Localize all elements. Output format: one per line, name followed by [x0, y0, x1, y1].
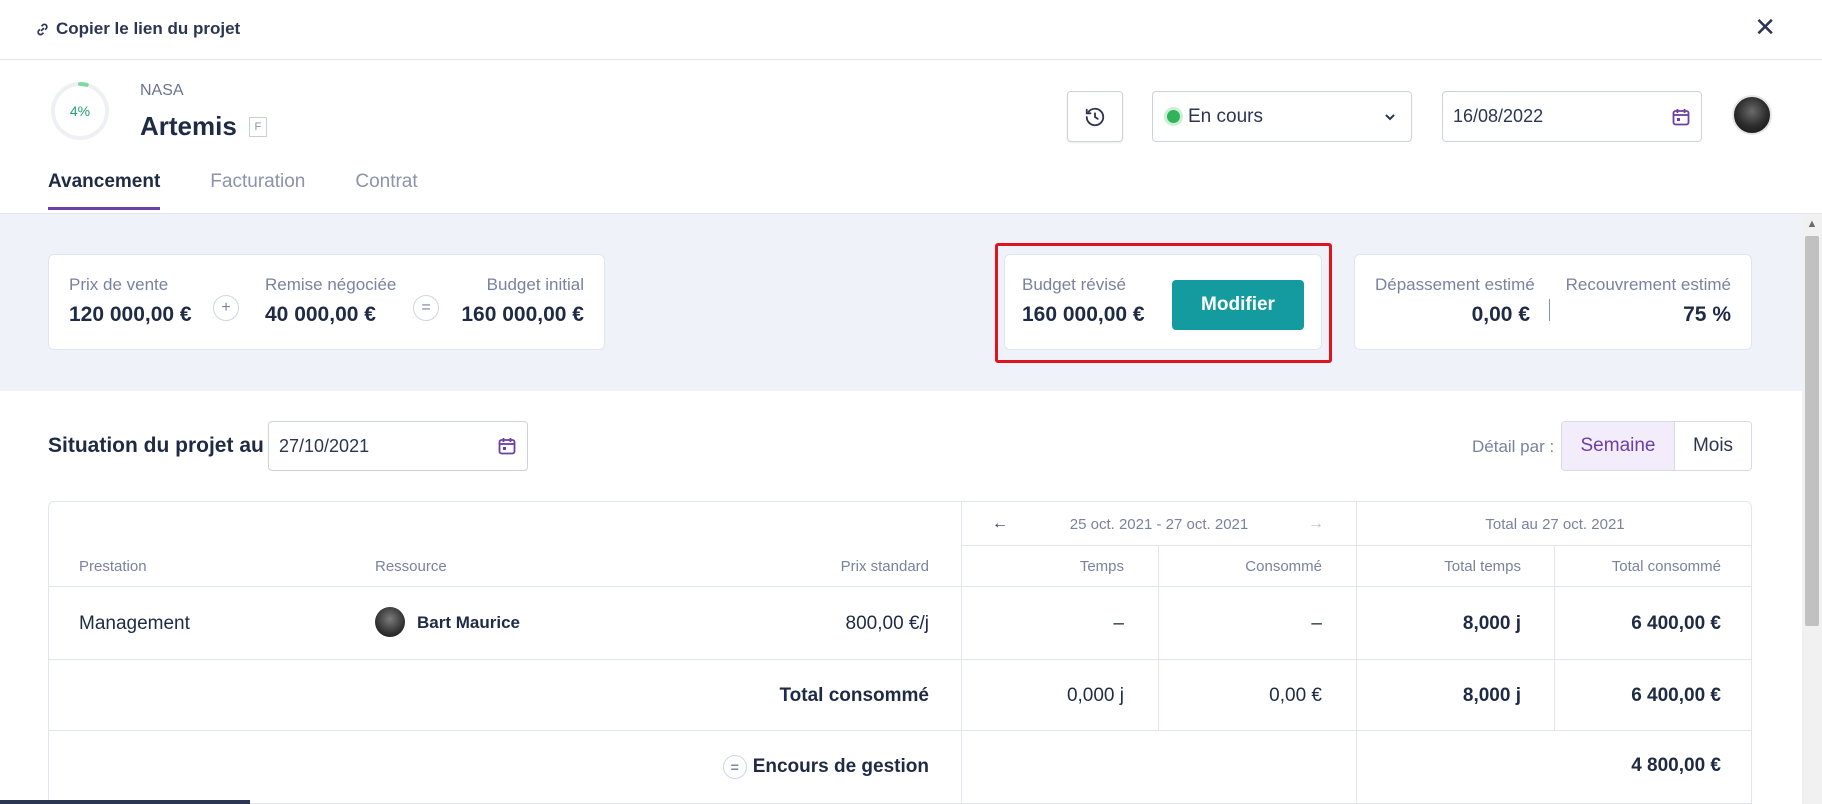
calendar-icon[interactable]: [497, 436, 517, 456]
header-prestation: Prestation: [79, 558, 147, 575]
scroll-up-icon[interactable]: ▲: [1802, 214, 1822, 234]
recouvrement-value: 75 %: [1683, 303, 1731, 326]
remise-value: 40 000,00 €: [265, 303, 376, 326]
highlight-box: [995, 243, 1332, 363]
depassement-label: Dépassement estimé: [1375, 275, 1535, 294]
equals-icon: =: [722, 755, 747, 779]
divider: [49, 730, 1751, 731]
total-label: Total consommé: [779, 685, 929, 706]
header-temps: Temps: [1079, 558, 1124, 575]
tab-bar: Avancement Facturation Contrat: [48, 171, 418, 210]
row-temps: –: [1113, 613, 1124, 634]
divider: [961, 502, 962, 803]
user-avatar[interactable]: [1732, 95, 1772, 135]
divider: [49, 586, 1751, 587]
progress-label: 4%: [69, 103, 91, 119]
status-value: En cours: [1188, 105, 1263, 127]
project-badge: F: [248, 116, 267, 137]
project-title: Artemis F: [140, 111, 267, 142]
total-header: Total au 27 oct. 2021: [1485, 516, 1625, 533]
situation-date-field[interactable]: 27/10/2021: [268, 421, 528, 471]
budget-initial-value: 160 000,00 €: [461, 303, 584, 326]
bottom-progress-bar: [0, 800, 250, 804]
divider: [1549, 299, 1550, 321]
recouvrement-metric: Recouvrement estimé 75 %: [1566, 275, 1731, 327]
row-ressource: Bart Maurice: [417, 613, 520, 632]
detail-label: Détail par :: [1472, 437, 1555, 456]
row-prestation: Management: [79, 613, 190, 634]
toggle-mois[interactable]: Mois: [1675, 422, 1751, 470]
budget-breakdown-card: Prix de vente 120 000,00 € + Remise négo…: [48, 254, 605, 350]
project-title-text: Artemis: [140, 111, 237, 141]
estimates-card: Dépassement estimé 0,00 € Recouvrement e…: [1354, 254, 1752, 350]
total-total-consomme: 6 400,00 €: [1631, 685, 1721, 706]
recouvrement-label: Recouvrement estimé: [1565, 275, 1731, 294]
row-total-temps: 8,000 j: [1462, 613, 1521, 634]
calendar-icon[interactable]: [1671, 107, 1691, 127]
period-range: 25 oct. 2021 - 27 oct. 2021: [1069, 516, 1249, 533]
divider: [49, 659, 1751, 660]
summary-band: Prix de vente 120 000,00 € + Remise négo…: [0, 214, 1802, 391]
header-total-consomme: Total consommé: [1611, 558, 1721, 575]
situation-title: Situation du projet au: [48, 434, 264, 457]
remise-label: Remise négociée: [265, 275, 397, 294]
scroll-thumb[interactable]: [1805, 236, 1819, 626]
row-total-consomme: 6 400,00 €: [1631, 613, 1721, 634]
project-header: 4% NASA Artemis F En cours 16/08/2022 Av…: [0, 61, 1822, 214]
remise-metric: Remise négociée 40 000,00 €: [265, 275, 396, 327]
copy-project-link[interactable]: Copier le lien du projet: [35, 19, 240, 39]
project-date-value: 16/08/2022: [1453, 106, 1544, 126]
equals-icon: =: [413, 295, 439, 321]
divider: [961, 545, 1751, 546]
header-consomme: Consommé: [1245, 558, 1322, 575]
status-dot-icon: [1167, 110, 1180, 123]
close-icon[interactable]: ✕: [1754, 14, 1776, 40]
header-total-temps: Total temps: [1444, 558, 1521, 575]
row-consomme: –: [1311, 613, 1322, 634]
situation-table: ← 25 oct. 2021 - 27 oct. 2021 → Total au…: [48, 501, 1752, 804]
encours-label-wrap: = Encours de gestion: [722, 755, 929, 779]
depassement-metric: Dépassement estimé 0,00 €: [1375, 275, 1535, 327]
divider: [1554, 546, 1555, 730]
toggle-semaine[interactable]: Semaine: [1562, 422, 1675, 470]
tab-contrat[interactable]: Contrat: [355, 171, 417, 210]
scrollbar[interactable]: ▲: [1802, 214, 1822, 804]
total-temps: 0,000 j: [1066, 685, 1124, 706]
resource-avatar: [375, 607, 405, 637]
encours-total-consomme: 4 800,00 €: [1631, 755, 1721, 776]
plus-icon: +: [213, 295, 239, 321]
header-ressource: Ressource: [375, 558, 447, 575]
history-icon: [1085, 107, 1105, 126]
total-consomme: 0,00 €: [1269, 685, 1322, 706]
client-name: NASA: [140, 82, 184, 99]
situation-date-value: 27/10/2021: [279, 435, 370, 456]
detail-toggle: Semaine Mois: [1561, 421, 1752, 471]
total-total-temps: 8,000 j: [1462, 685, 1521, 706]
status-select[interactable]: En cours: [1152, 91, 1412, 142]
link-icon: [37, 23, 48, 35]
prix-vente-metric: Prix de vente 120 000,00 €: [69, 275, 192, 327]
chevron-down-icon: [1385, 113, 1395, 120]
row-prix-standard: 800,00 €/j: [845, 613, 929, 634]
prix-vente-label: Prix de vente: [69, 275, 169, 294]
next-period-button[interactable]: →: [1308, 515, 1324, 533]
budget-initial-label: Budget initial: [486, 275, 584, 294]
encours-label: Encours de gestion: [752, 756, 929, 778]
copy-link-label: Copier le lien du projet: [56, 19, 241, 38]
tab-avancement[interactable]: Avancement: [48, 171, 161, 210]
project-date-field[interactable]: 16/08/2022: [1442, 91, 1702, 142]
progress-ring: 4%: [50, 81, 110, 141]
header-prix-standard: Prix standard: [840, 558, 929, 575]
depassement-value: 0,00 €: [1471, 303, 1530, 326]
divider: [1158, 546, 1159, 730]
budget-initial-metric: Budget initial 160 000,00 €: [461, 275, 584, 327]
tab-facturation[interactable]: Facturation: [210, 171, 305, 210]
prix-vente-value: 120 000,00 €: [69, 303, 192, 326]
top-bar: Copier le lien du projet ✕: [0, 0, 1822, 60]
history-button[interactable]: [1067, 91, 1123, 142]
divider: [1356, 502, 1357, 803]
